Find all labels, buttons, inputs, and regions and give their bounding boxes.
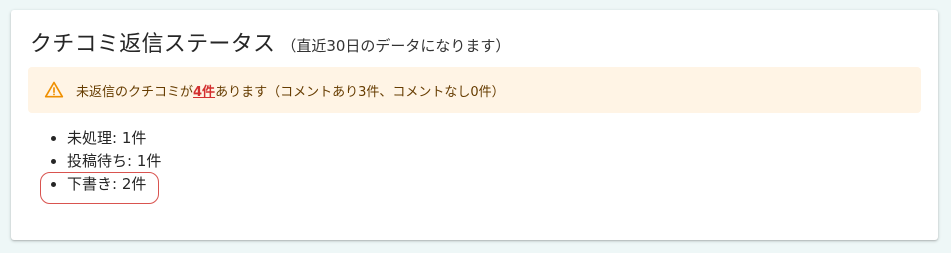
status-item-waiting-post: 投稿待ち: 1件 xyxy=(67,150,161,173)
status-count: 2件 xyxy=(121,175,147,193)
status-label: 未処理 xyxy=(67,129,113,147)
alert-text-after: あります（コメントあり3件、コメントなし0件） xyxy=(215,84,505,100)
card-title: クチコミ返信ステータス xyxy=(30,32,276,57)
status-count: 1件 xyxy=(136,152,162,170)
card-header: クチコミ返信ステータス （直近30日のデータになります） xyxy=(30,26,510,58)
status-label: 下書き xyxy=(67,175,113,193)
status-count: 1件 xyxy=(121,129,147,147)
warning-icon xyxy=(44,80,64,100)
alert-text-before: 未返信のクチコミが xyxy=(76,84,194,100)
card-subtitle: （直近30日のデータになります） xyxy=(281,37,511,55)
status-label: 投稿待ち xyxy=(67,152,128,170)
review-reply-status-card: クチコミ返信ステータス （直近30日のデータになります） 未返信のクチコミが4件あ… xyxy=(11,10,938,240)
status-item-draft: 下書き: 2件 xyxy=(67,173,161,196)
unreplied-alert: 未返信のクチコミが4件あります（コメントあり3件、コメントなし0件） xyxy=(28,67,921,113)
alert-message: 未返信のクチコミが4件あります（コメントあり3件、コメントなし0件） xyxy=(76,81,505,100)
unreplied-count-link[interactable]: 4件 xyxy=(193,85,215,100)
status-item-unprocessed: 未処理: 1件 xyxy=(67,127,161,150)
status-list: 未処理: 1件 投稿待ち: 1件 下書き: 2件 xyxy=(47,127,161,196)
